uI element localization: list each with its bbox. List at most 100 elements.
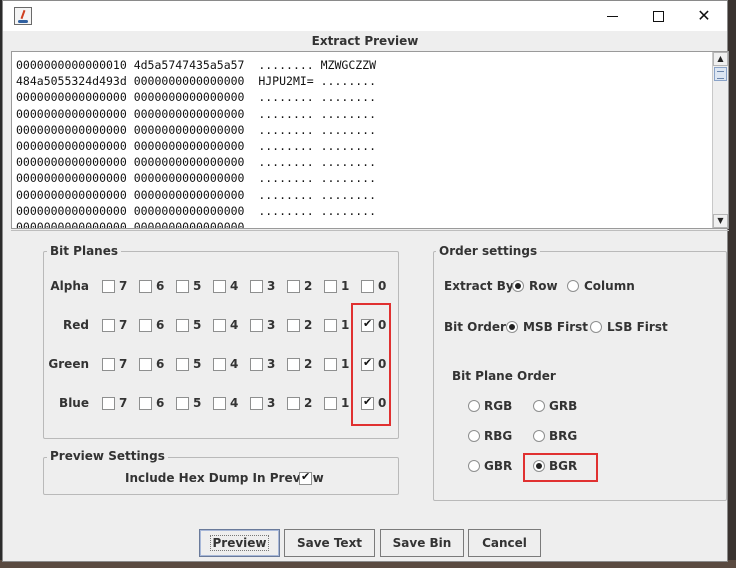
bit-checkbox-green-1[interactable] — [324, 358, 337, 371]
plane-order-radio-gbr[interactable] — [468, 460, 480, 472]
bit-checkbox-alpha-6[interactable] — [139, 280, 152, 293]
hex-dump-line: 0000000000000000 0000000000000000 ......… — [16, 122, 377, 137]
bit-checkbox-alpha-1[interactable] — [324, 280, 337, 293]
bit-checkbox-blue-1[interactable] — [324, 397, 337, 410]
order-settings-title: Order settings — [436, 244, 541, 258]
bit-checkbox-alpha-7[interactable] — [102, 280, 115, 293]
close-button[interactable]: ✕ — [681, 1, 727, 31]
bit-number-label: 5 — [193, 318, 202, 332]
bit-number-label: 7 — [119, 357, 128, 371]
include-hex-checkbox[interactable] — [299, 470, 312, 485]
plane-order-label-rgb[interactable]: RGB — [484, 399, 512, 413]
bit-number-label: 3 — [267, 396, 276, 410]
hex-dump-line: 0000000000000000 0000000000000000 ......… — [16, 220, 377, 229]
bit-checkbox-blue-7[interactable] — [102, 397, 115, 410]
scroll-down-icon[interactable]: ▼ — [713, 214, 728, 228]
bit-number-label: 3 — [267, 318, 276, 332]
cancel-button[interactable]: Cancel — [468, 529, 541, 557]
bit-checkbox-alpha-3[interactable] — [250, 280, 263, 293]
bit-number-label: 5 — [193, 357, 202, 371]
bit-plane-row-label: Blue — [59, 396, 89, 410]
bit-checkbox-red-7[interactable] — [102, 319, 115, 332]
hex-dump-line: 0000000000000000 0000000000000000 ......… — [16, 106, 377, 121]
bit-checkbox-red-1[interactable] — [324, 319, 337, 332]
plane-order-radio-rbg[interactable] — [468, 430, 480, 442]
bit-number-label: 1 — [341, 279, 350, 293]
bit-number-label: 4 — [230, 279, 239, 293]
java-app-icon[interactable] — [14, 7, 32, 25]
bit-checkbox-blue-5[interactable] — [176, 397, 189, 410]
bit-checkbox-red-4[interactable] — [213, 319, 226, 332]
bit-plane-row-label: Red — [63, 318, 89, 332]
extract-by-column-radio[interactable] — [567, 280, 579, 292]
bit-order-label: Bit Order — [444, 320, 506, 334]
bit-number-label: 1 — [341, 396, 350, 410]
bit-number-label: 6 — [156, 357, 165, 371]
save-text-button[interactable]: Save Text — [284, 529, 375, 557]
extract-preview-area[interactable]: 0000000000000010 4d5a5747435a5a57 ......… — [11, 51, 729, 229]
bit-checkbox-alpha-2[interactable] — [287, 280, 300, 293]
hex-dump-line: 0000000000000000 0000000000000000 ......… — [16, 203, 377, 218]
bit-number-label: 7 — [119, 396, 128, 410]
bit-checkbox-alpha-0[interactable] — [361, 280, 374, 293]
bit-number-label: 3 — [267, 279, 276, 293]
save-bin-button[interactable]: Save Bin — [380, 529, 464, 557]
bit-number-label: 2 — [304, 279, 313, 293]
bit-number-label: 1 — [341, 357, 350, 371]
plane-order-label-rbg[interactable]: RBG — [484, 429, 512, 443]
maximize-button[interactable] — [635, 1, 681, 31]
plane-order-radio-brg[interactable] — [533, 430, 545, 442]
plane-order-label-brg[interactable]: BRG — [549, 429, 577, 443]
bit-plane-row-label: Green — [48, 357, 89, 371]
extract-by-column-label[interactable]: Column — [584, 279, 635, 293]
bit-order-lsb-label[interactable]: LSB First — [607, 320, 668, 334]
bit-checkbox-alpha-5[interactable] — [176, 280, 189, 293]
bit-checkbox-green-3[interactable] — [250, 358, 263, 371]
extract-by-row-radio[interactable] — [512, 280, 524, 292]
bit-number-label: 3 — [267, 357, 276, 371]
hex-dump-line: 0000000000000000 0000000000000000 ......… — [16, 187, 377, 202]
dialog-title: Extract Preview — [311, 34, 419, 48]
bit-number-label: 4 — [230, 396, 239, 410]
plane-order-radio-rgb[interactable] — [468, 400, 480, 412]
bit-checkbox-green-5[interactable] — [176, 358, 189, 371]
minimize-button[interactable] — [589, 1, 635, 31]
scroll-thumb[interactable] — [714, 67, 727, 81]
bit-number-label: 6 — [156, 279, 165, 293]
bit-number-label: 6 — [156, 318, 165, 332]
bit-number-label: 2 — [304, 357, 313, 371]
highlight-box-bgr — [523, 453, 598, 482]
bit-checkbox-blue-6[interactable] — [139, 397, 152, 410]
plane-order-label-grb[interactable]: GRB — [549, 399, 577, 413]
bit-order-lsb-radio[interactable] — [590, 321, 602, 333]
preview-button-label: Preview — [210, 535, 269, 551]
bit-checkbox-blue-4[interactable] — [213, 397, 226, 410]
plane-order-radio-grb[interactable] — [533, 400, 545, 412]
bit-number-label: 2 — [304, 396, 313, 410]
hex-dump-line: 0000000000000010 4d5a5747435a5a57 ......… — [16, 58, 377, 72]
scroll-up-icon[interactable]: ▲ — [713, 52, 728, 66]
hex-dump-text[interactable]: 0000000000000010 4d5a5747435a5a57 ......… — [16, 57, 377, 229]
title-bar[interactable]: ✕ — [3, 1, 727, 31]
bit-checkbox-green-4[interactable] — [213, 358, 226, 371]
bit-checkbox-red-6[interactable] — [139, 319, 152, 332]
bit-order-msb-radio[interactable] — [506, 321, 518, 333]
background-wallpaper-right — [728, 0, 736, 568]
bit-checkbox-blue-2[interactable] — [287, 397, 300, 410]
bit-checkbox-green-6[interactable] — [139, 358, 152, 371]
preview-scrollbar[interactable]: ▲ ▼ — [712, 52, 728, 228]
bit-number-label: 4 — [230, 318, 239, 332]
bit-checkbox-green-7[interactable] — [102, 358, 115, 371]
bit-checkbox-red-3[interactable] — [250, 319, 263, 332]
bit-number-label: 7 — [119, 318, 128, 332]
bit-checkbox-red-5[interactable] — [176, 319, 189, 332]
preview-button[interactable]: Preview — [199, 529, 280, 557]
extract-by-row-label[interactable]: Row — [529, 279, 558, 293]
maximize-icon — [652, 10, 664, 22]
bit-checkbox-green-2[interactable] — [287, 358, 300, 371]
plane-order-label-gbr[interactable]: GBR — [484, 459, 512, 473]
bit-order-msb-label[interactable]: MSB First — [523, 320, 588, 334]
bit-checkbox-red-2[interactable] — [287, 319, 300, 332]
bit-checkbox-alpha-4[interactable] — [213, 280, 226, 293]
bit-checkbox-blue-3[interactable] — [250, 397, 263, 410]
